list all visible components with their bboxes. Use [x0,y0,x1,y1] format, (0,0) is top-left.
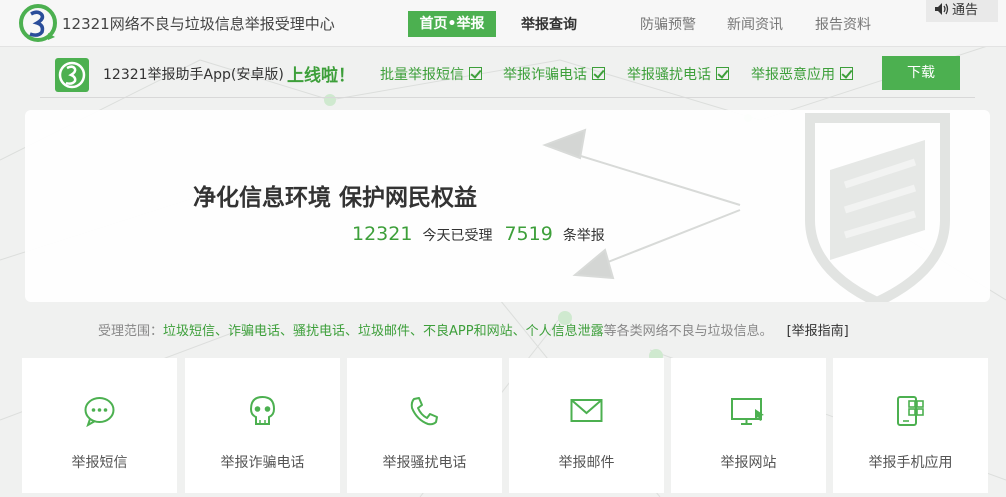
notice-button[interactable]: 通告 [926,0,998,22]
scope-prefix: 受理范围： [98,324,164,339]
top-header: 12321网络不良与垃圾信息举报受理中心 首页•举报 举报查询 防骗预警 新闻资… [0,0,1006,47]
feature-label: 举报恶意应用 [751,67,835,83]
nav-fraud-warning[interactable]: 防骗预警 [640,14,696,34]
envelope-icon [570,399,603,422]
scope-suffix: 等各类网络不良与垃圾信息。 [603,324,773,339]
app-logo-icon[interactable] [55,58,89,92]
checkbox-icon [469,67,482,80]
feature-harass-call: 举报骚扰电话 [627,64,729,84]
skull-icon [249,395,276,425]
app-online-text: 上线啦！ [287,66,355,86]
card-label: 举报网站 [720,455,777,471]
site-logo-icon[interactable] [18,3,58,43]
scope-description: 受理范围：垃圾短信、诈骗电话、骚扰电话、垃圾邮件、不良APP和网站、个人信息泄露… [98,320,849,339]
feature-label: 举报诈骗电话 [503,67,587,83]
card-label: 举报短信 [71,455,128,471]
card-report-mobile-app[interactable]: 举报手机应用 [833,358,988,493]
card-label: 举报诈骗电话 [220,455,305,471]
today-count: 7519 [504,223,553,245]
checkbox-icon [592,67,605,80]
nav-news[interactable]: 新闻资讯 [727,14,783,34]
checkbox-icon [840,67,853,80]
mobile-app-icon [897,396,924,426]
monitor-icon [731,398,764,425]
card-report-sms[interactable]: 举报短信 [22,358,177,493]
hero-banner: 净化信息环境 保护网民权益 12321 今天已受理 7519 条举报 [25,110,990,302]
nav-home-report[interactable]: 首页•举报 [408,11,496,37]
notice-label: 通告 [952,3,979,18]
card-report-fraud-call[interactable]: 举报诈骗电话 [185,358,340,493]
nav-report-query[interactable]: 举报查询 [521,14,577,34]
app-promo-bar: 12321举报助手App(安卓版) 上线啦！ 批量举报短信 举报诈骗电话 举报骚… [40,50,975,98]
card-report-harass-call[interactable]: 举报骚扰电话 [347,358,502,493]
feature-batch-sms: 批量举报短信 [380,64,482,84]
phone-icon [410,397,438,426]
download-button[interactable]: 下载 [882,56,960,90]
card-report-email[interactable]: 举报邮件 [509,358,664,493]
hero-slogan: 净化信息环境 保护网民权益 [192,185,477,211]
feature-malicious-app: 举报恶意应用 [751,64,853,84]
feature-label: 批量举报短信 [380,67,464,83]
hotline-number: 12321 [352,223,413,245]
today-label: 今天已受理 [422,228,493,244]
scope-items: 垃圾短信、诈骗电话、骚扰电话、垃圾邮件、不良APP和网站、个人信息泄露 [163,324,604,339]
sms-bubble-icon [84,397,115,427]
card-label: 举报骚扰电话 [382,455,467,471]
site-title[interactable]: 12321网络不良与垃圾信息举报受理中心 [62,13,335,34]
card-label: 举报邮件 [558,455,615,471]
report-counter: 12321 今天已受理 7519 条举报 [352,223,605,245]
feature-fraud-call: 举报诈骗电话 [503,64,605,84]
card-report-website[interactable]: 举报网站 [671,358,826,493]
report-guide-link[interactable]: [举报指南] [787,324,849,339]
app-name: 12321举报助手App(安卓版) [103,67,284,83]
feature-label: 举报骚扰电话 [627,67,711,83]
nav-reports[interactable]: 报告资料 [815,14,871,34]
speaker-icon [935,3,949,15]
unit-label: 条举报 [562,228,605,244]
card-label: 举报手机应用 [868,455,953,471]
checkbox-icon [716,67,729,80]
